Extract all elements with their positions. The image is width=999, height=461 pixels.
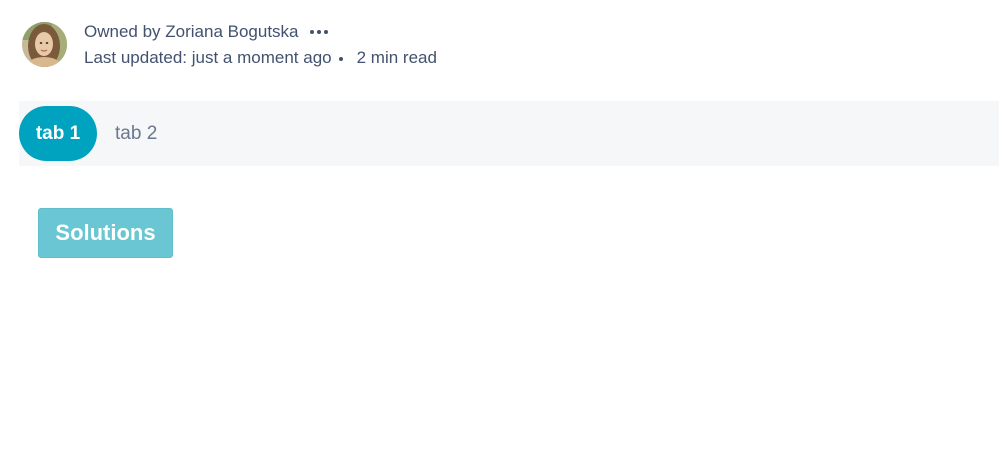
- avatar[interactable]: [22, 22, 67, 67]
- page: Owned by Zoriana Bogutska Last updated: …: [0, 0, 999, 461]
- more-actions-button[interactable]: [309, 22, 329, 42]
- more-horizontal-icon: [309, 30, 314, 34]
- read-time-text: 2 min read: [356, 48, 437, 67]
- more-horizontal-icon-dot-2: [316, 30, 321, 34]
- more-horizontal-icon-dot-3: [323, 30, 328, 34]
- tabs-bar: tab 1 tab 2: [19, 101, 999, 166]
- tab-2-label: tab 2: [115, 122, 158, 144]
- solutions-button[interactable]: Solutions: [38, 208, 173, 258]
- tab-1[interactable]: tab 1: [19, 106, 97, 161]
- solutions-button-label: Solutions: [55, 220, 156, 245]
- owner-label: Owned by Zoriana Bogutska: [84, 22, 299, 41]
- avatar-image: [22, 22, 67, 67]
- byline-text: Owned by Zoriana Bogutska Last updated: …: [84, 22, 437, 68]
- page-byline: Owned by Zoriana Bogutska Last updated: …: [22, 22, 437, 68]
- tab-2[interactable]: tab 2: [113, 106, 159, 161]
- separator-dot: [338, 57, 343, 61]
- last-updated-text: Last updated: just a moment ago: [84, 48, 332, 67]
- meta-row: Last updated: just a moment ago 2 min re…: [84, 48, 437, 68]
- owner-row: Owned by Zoriana Bogutska: [84, 22, 437, 42]
- tab-1-label: tab 1: [35, 122, 81, 144]
